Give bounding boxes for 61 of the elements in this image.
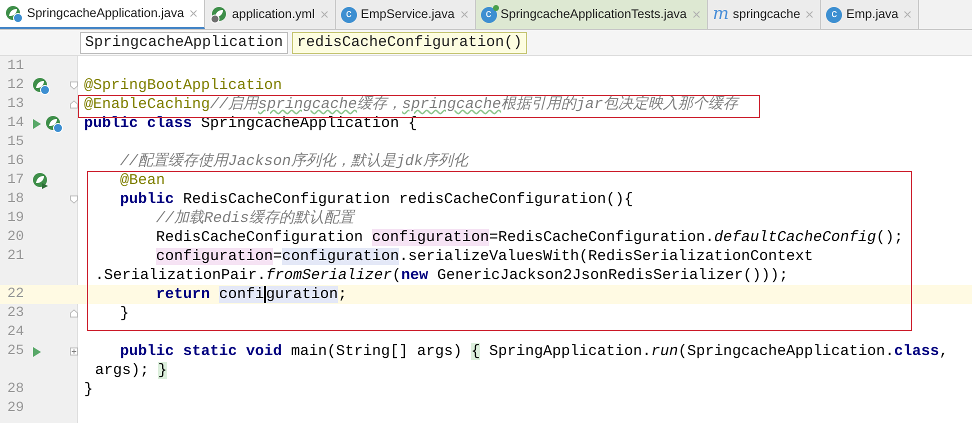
line-number: 11 bbox=[7, 58, 24, 74]
code-line: public static void main(String[] args) { SpringApplication.run(SpringcacheApplication.class, bbox=[120, 342, 948, 361]
code-line: .SerializationPair.fromSerializer(new GenericJackson2JsonRedisSerializer())); bbox=[95, 266, 788, 285]
close-icon[interactable] bbox=[188, 8, 200, 19]
class-icon: c bbox=[826, 6, 842, 22]
module-icon: m bbox=[712, 6, 729, 23]
breadcrumb[interactable]: redisCacheConfiguration() bbox=[292, 32, 528, 54]
fold-icon[interactable] bbox=[70, 81, 78, 90]
code-line: //配置缓存使用Jackson序列化，默认是jdk序列化 bbox=[120, 152, 468, 171]
code-line: //加载Redis缓存的默认配置 bbox=[156, 209, 354, 228]
editor-tab[interactable]: SpringcacheApplication.java bbox=[0, 0, 206, 29]
line-number: 21 bbox=[7, 248, 24, 264]
fold-end-icon[interactable] bbox=[70, 100, 78, 109]
line-number: 18 bbox=[7, 191, 24, 207]
code-line: args); } bbox=[95, 361, 168, 380]
breadcrumb[interactable]: SpringcacheApplication bbox=[80, 32, 288, 54]
fold-icon[interactable] bbox=[70, 195, 78, 204]
expand-icon[interactable] bbox=[70, 347, 78, 356]
line-number: 28 bbox=[7, 381, 24, 397]
line-number: 23 bbox=[7, 305, 24, 321]
line-number: 24 bbox=[7, 324, 24, 340]
code-line: } bbox=[120, 304, 130, 323]
spring-bean-icon bbox=[32, 76, 50, 94]
close-icon[interactable] bbox=[318, 9, 330, 20]
editor-tab[interactable]: c SpringcacheApplicationTests.java bbox=[476, 0, 708, 29]
code-line: public RedisCacheConfiguration redisCacheConfiguration(){ bbox=[120, 190, 634, 209]
line-number: 14 bbox=[7, 115, 24, 131]
fold-end-icon[interactable] bbox=[70, 309, 78, 318]
close-icon[interactable] bbox=[902, 9, 914, 20]
line-number: 20 bbox=[7, 229, 24, 245]
editor-tab[interactable]: c Emp.java bbox=[821, 0, 920, 29]
line-number: 25 bbox=[7, 343, 24, 359]
spring-bean-icon bbox=[45, 114, 63, 132]
close-icon[interactable] bbox=[458, 9, 470, 20]
close-icon[interactable] bbox=[804, 9, 816, 20]
run-icon[interactable] bbox=[32, 118, 42, 130]
code-line: RedisCacheConfiguration configuration=RedisCacheConfiguration.defaultCacheConfig(); bbox=[156, 228, 904, 247]
line-number: 22 bbox=[7, 286, 24, 302]
close-icon[interactable] bbox=[690, 9, 702, 20]
line-number: 17 bbox=[7, 172, 24, 188]
code-line: @EnableCaching//启用springcache缓存，springcache根据引用的jar包决定映入那个缓存 bbox=[84, 95, 738, 114]
class-icon: c bbox=[480, 6, 497, 22]
editor-tab[interactable]: m springcache bbox=[708, 0, 822, 29]
class-icon: c bbox=[340, 6, 357, 22]
spring-bean-icon bbox=[5, 4, 23, 22]
spring-config-icon bbox=[210, 6, 228, 24]
editor-tab[interactable]: application.yml bbox=[205, 0, 336, 29]
run-icon[interactable] bbox=[32, 346, 42, 358]
editor-tab[interactable]: c EmpService.java bbox=[336, 0, 476, 29]
line-number: 12 bbox=[7, 77, 24, 93]
code-line: @Bean bbox=[120, 171, 166, 190]
code-line: @SpringBootApplication bbox=[84, 76, 282, 95]
code-line: configuration=configuration.serializeValuesWith(RedisSerializationContext bbox=[156, 247, 814, 266]
code-line: } bbox=[84, 380, 94, 399]
line-number: 16 bbox=[7, 153, 24, 169]
line-number: 19 bbox=[7, 210, 24, 226]
line-number: 15 bbox=[7, 134, 24, 150]
code-line: return confi guration; bbox=[156, 285, 348, 304]
spring-bean-icon[interactable] bbox=[32, 172, 50, 190]
line-number: 29 bbox=[7, 400, 24, 416]
line-number: 13 bbox=[7, 96, 24, 112]
